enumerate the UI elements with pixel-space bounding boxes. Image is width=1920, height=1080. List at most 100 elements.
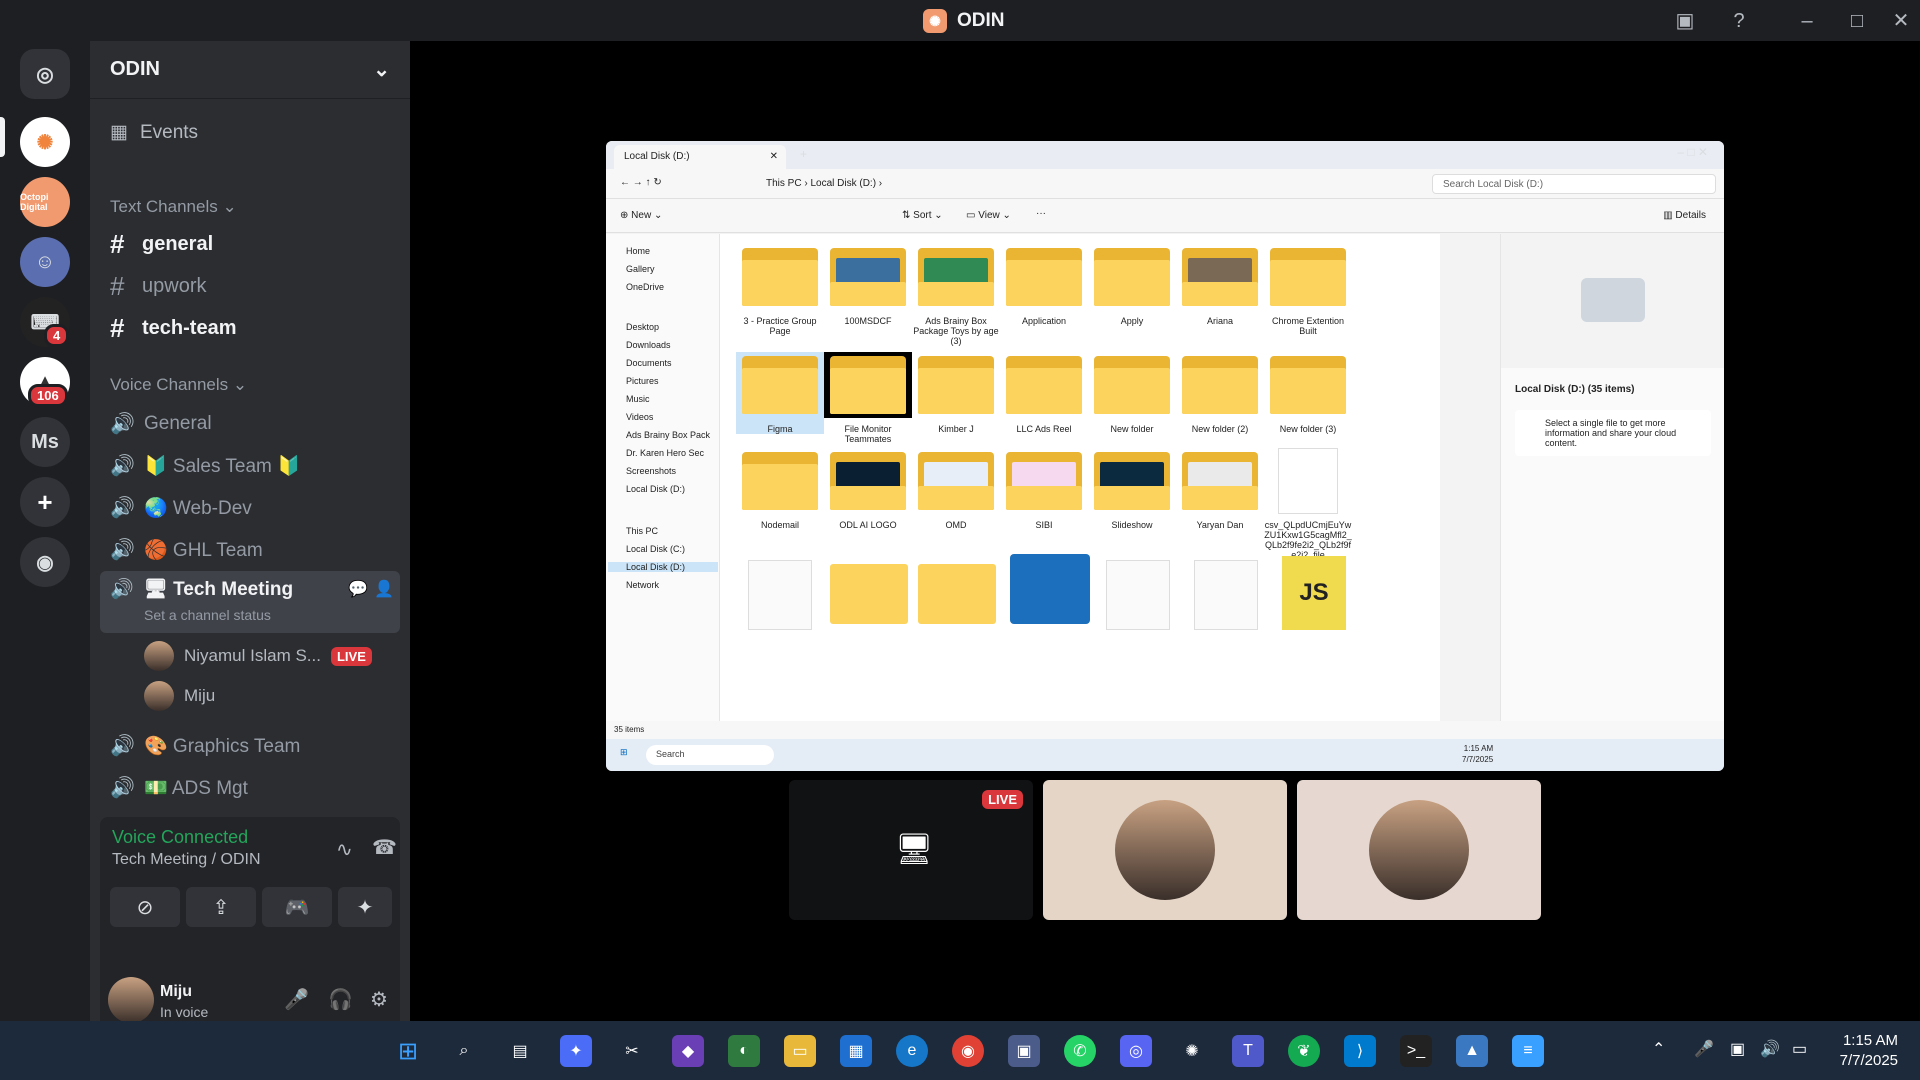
new-button[interactable]: ⊕ New ⌄ (620, 210, 662, 221)
folder-item[interactable]: 3 - Practice Group Page (736, 244, 824, 336)
folder-item[interactable]: Kimber J (912, 352, 1000, 434)
category-text-channels[interactable]: Text Channels ⌄ (110, 197, 237, 217)
stream-tile[interactable]: LIVE 🖥 (789, 780, 1033, 920)
channel-status[interactable]: Set a channel status (144, 607, 271, 623)
details-button[interactable]: ▥ Details (1663, 210, 1706, 221)
nav-item[interactable]: Local Disk (D:) (626, 484, 685, 494)
app-icon[interactable]: ◐ (728, 1035, 760, 1067)
folder-item[interactable]: Ads Brainy Box Package Toys by age (3) (912, 244, 1000, 346)
nav-item[interactable]: Desktop (626, 322, 659, 332)
server-octopi-digital[interactable]: Octopi Digital (20, 177, 70, 227)
nav-item[interactable]: This PC (626, 526, 658, 536)
sort-button[interactable]: ⇅ Sort ⌄ (902, 210, 943, 221)
file-explorer-icon[interactable]: ▭ (784, 1035, 816, 1067)
nav-arrows-icon[interactable]: ← → ↑ ↻ (620, 177, 662, 188)
maximize-icon[interactable]: □ (1846, 10, 1868, 32)
folder-item[interactable]: File Monitor Teammates (824, 352, 912, 444)
whatsapp-icon[interactable]: ✆ (1064, 1035, 1096, 1067)
remote-desktop-icon[interactable]: ▣ (1008, 1035, 1040, 1067)
camera-off-button[interactable]: ⊘ (110, 887, 180, 927)
avatar[interactable] (108, 977, 154, 1023)
microphone-icon[interactable]: 🎤 (284, 987, 309, 1012)
disconnect-icon[interactable]: ☎ (372, 835, 397, 860)
voice-location[interactable]: Tech Meeting / ODIN (112, 851, 261, 869)
folder-item[interactable]: Application (1000, 244, 1088, 326)
folder-item[interactable]: LLC Ads Reel (1000, 352, 1088, 434)
copilot-icon[interactable]: ✦ (560, 1035, 592, 1067)
nav-item[interactable]: Local Disk (C:) (626, 544, 685, 554)
channel-upwork[interactable]: # upwork (110, 271, 206, 302)
noise-suppression-icon[interactable]: ∿ (336, 837, 353, 862)
snipping-tool-icon[interactable]: ✂ (616, 1035, 648, 1067)
chatgpt-icon[interactable]: ✺ (1176, 1035, 1208, 1067)
voice-channel-sales[interactable]: 🔊 🔰 Sales Team 🔰 (110, 453, 301, 478)
search-icon[interactable]: ⌕ (448, 1035, 480, 1067)
minimize-icon[interactable]: – (1796, 10, 1818, 32)
help-icon[interactable]: ? (1728, 10, 1750, 32)
participant-tile[interactable] (1043, 780, 1287, 920)
nav-item[interactable]: Downloads (626, 340, 671, 350)
chat-icon[interactable]: 💬 (348, 579, 368, 599)
nav-item[interactable]: Home (626, 246, 650, 256)
discord-icon[interactable]: ◎ (1120, 1035, 1152, 1067)
screen-share-button[interactable]: ⇪ (186, 887, 256, 927)
voice-channel-ghl[interactable]: 🔊 🏀 GHL Team (110, 537, 263, 562)
folder-item[interactable]: New folder (2) (1176, 352, 1264, 434)
channel-general[interactable]: # general (110, 229, 213, 260)
voice-channel-tech-meeting[interactable]: 🔊 🖥 Tech Meeting Set a channel status 💬 … (100, 571, 400, 633)
notepad-icon[interactable]: ≡ (1512, 1035, 1544, 1067)
headphones-icon[interactable]: 🎧 (328, 987, 353, 1012)
activity-button[interactable]: 🎮 (262, 887, 332, 927)
folder-item[interactable]: ODL AI LOGO (824, 448, 912, 530)
participant-tile[interactable] (1297, 780, 1541, 920)
folder-item[interactable]: New folder (3) (1264, 352, 1352, 434)
voice-channel-webdev[interactable]: 🔊 🌏 Web-Dev (110, 495, 252, 520)
folder-item[interactable]: OMD (912, 448, 1000, 530)
chrome-icon[interactable]: ◉ (952, 1035, 984, 1067)
explorer-tab[interactable]: Local Disk (D:) ✕ (614, 145, 786, 169)
nav-item[interactable]: Documents (626, 358, 672, 368)
voice-user[interactable]: Niyamul Islam S... LIVE (144, 641, 372, 671)
file-item[interactable] (1106, 560, 1170, 630)
windows-start-icon[interactable]: ⊞ (620, 747, 628, 758)
nav-item[interactable]: Gallery (626, 264, 655, 274)
folder-item[interactable]: Ariana (1176, 244, 1264, 326)
nav-item[interactable]: OneDrive (626, 282, 664, 292)
nav-item[interactable]: Videos (626, 412, 653, 422)
view-button[interactable]: ▭ View ⌄ (966, 210, 1011, 221)
server-header[interactable]: ODIN ⌄ (90, 41, 410, 99)
folder-item[interactable]: SIBI (1000, 448, 1088, 530)
terminal-icon[interactable]: >_ (1400, 1035, 1432, 1067)
js-file-icon[interactable]: JS (1282, 556, 1346, 630)
folder-item[interactable]: Nodemail (736, 448, 824, 530)
folder-item[interactable]: Yaryan Dan (1176, 448, 1264, 530)
tray-chevron-icon[interactable]: ⌃ (1652, 1039, 1665, 1059)
events-item[interactable]: ▦ Events (110, 121, 198, 144)
nav-item[interactable]: Ads Brainy Box Pack (626, 430, 710, 440)
edge-icon[interactable]: e (896, 1035, 928, 1067)
nav-item[interactable]: Screenshots (626, 466, 676, 476)
system-clock[interactable]: 1:15 AM 7/7/2025 (1840, 1031, 1898, 1071)
shared-taskbar-search[interactable]: Search (646, 745, 774, 765)
photos-icon[interactable]: ▲ (1456, 1035, 1488, 1067)
category-voice-channels[interactable]: Voice Channels ⌄ (110, 375, 247, 395)
volume-icon[interactable]: 🔊 (1760, 1039, 1780, 1059)
discover-icon[interactable]: ◉ (20, 537, 70, 587)
nav-item[interactable]: Network (626, 580, 659, 590)
voice-status[interactable]: Voice Connected (112, 827, 248, 848)
nav-item-selected[interactable]: Local Disk (D:) (608, 562, 718, 572)
nav-item[interactable]: Music (626, 394, 650, 404)
voice-channel-ads[interactable]: 🔊 💵 ADS Mgt (110, 775, 248, 800)
file-item[interactable] (1194, 560, 1258, 630)
file-item[interactable]: csv_QLpdUCmjEuYwZU1Kxw1G5cagMfl2_QLb2f9f… (1264, 448, 1352, 560)
computer-file-icon[interactable] (1010, 554, 1090, 624)
folder-item[interactable]: 100MSDCF (824, 244, 912, 326)
discord-home-icon[interactable]: ◎ (20, 49, 70, 99)
microphone-icon[interactable]: 🎤 (1694, 1039, 1714, 1059)
server-ms[interactable]: Ms (20, 417, 70, 467)
battery-icon[interactable]: ▭ (1792, 1039, 1807, 1059)
voice-channel-graphics[interactable]: 🔊 🎨 Graphics Team (110, 733, 300, 758)
server-odin[interactable]: ✺ (20, 117, 70, 167)
folder-item[interactable]: Slideshow (1088, 448, 1176, 530)
folder-item[interactable]: Apply (1088, 244, 1176, 326)
